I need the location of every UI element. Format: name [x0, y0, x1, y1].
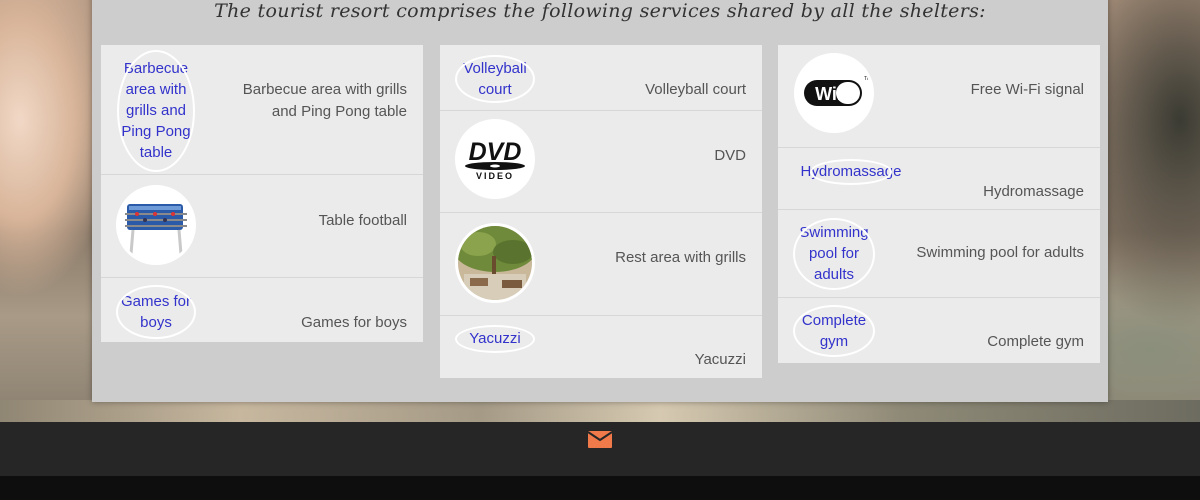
wifi-description: Free Wi-Fi signal	[970, 81, 1084, 98]
dvd-icon-subtext: VIDEO	[476, 171, 514, 181]
service-row-wifi: WiFi TM Free Wi-Fi signal	[778, 45, 1100, 148]
hydromassage-description: Hydromassage	[983, 183, 1084, 200]
services-column-2: Volleyball court Volleyball court DVD VI…	[440, 45, 762, 378]
dvd-icon-text: DVD	[469, 138, 522, 166]
games-for-boys-description: Games for boys	[301, 314, 407, 331]
services-column-3: WiFi TM Free Wi-Fi signal Hydromassage H…	[778, 45, 1100, 363]
dvd-description: DVD	[714, 147, 746, 164]
wifi-icon[interactable]: WiFi TM	[794, 53, 874, 133]
games-for-boys-link[interactable]: Games for boys	[116, 285, 196, 339]
hydromassage-link[interactable]: Hydromassage	[796, 158, 906, 185]
barbecue-link[interactable]: Barbecue area with grills and Ping Pong …	[117, 49, 195, 172]
dvd-video-icon[interactable]: DVD VIDEO	[455, 119, 535, 199]
swimming-pool-link[interactable]: Swimming pool for adults	[793, 217, 875, 290]
volleyball-link[interactable]: Volleyball court	[455, 55, 535, 103]
services-heading: The tourist resort comprises the followi…	[214, 0, 986, 22]
volleyball-description: Volleyball court	[645, 81, 746, 98]
complete-gym-link[interactable]: Complete gym	[793, 305, 875, 357]
rest-area-description: Rest area with grills	[615, 249, 746, 266]
service-row-rest-area: Rest area with grills	[440, 213, 762, 316]
services-column-1: Barbecue area with grills and Ping Pong …	[101, 45, 423, 342]
service-row-games-for-boys: Games for boys Games for boys	[101, 278, 423, 342]
service-row-table-football: Table football	[101, 175, 423, 278]
table-football-description: Table football	[318, 212, 407, 229]
wifi-icon-text: WiFi	[815, 84, 853, 104]
wifi-icon-mark: TM	[864, 76, 871, 82]
service-row-dvd: DVD VIDEO DVD	[440, 111, 762, 213]
service-row-yacuzzi: Yacuzzi Yacuzzi	[440, 316, 762, 378]
site-footer	[0, 422, 1200, 476]
yacuzzi-description: Yacuzzi	[694, 351, 746, 368]
service-row-barbecue: Barbecue area with grills and Ping Pong …	[101, 45, 423, 175]
swimming-pool-description: Swimming pool for adults	[916, 244, 1084, 261]
footer-bottom-bar	[0, 476, 1200, 500]
complete-gym-description: Complete gym	[987, 333, 1084, 350]
service-row-hydromassage: Hydromassage Hydromassage	[778, 148, 1100, 210]
table-football-icon[interactable]	[116, 185, 196, 265]
yacuzzi-link[interactable]: Yacuzzi	[455, 324, 535, 353]
services-panel: The tourist resort comprises the followi…	[92, 0, 1108, 402]
service-row-swimming-pool: Swimming pool for adults Swimming pool f…	[778, 210, 1100, 298]
envelope-icon[interactable]	[587, 431, 613, 448]
barbecue-description: Barbecue area with grills and Ping Pong …	[242, 81, 407, 120]
service-row-gym: Complete gym Complete gym	[778, 298, 1100, 363]
service-row-volleyball: Volleyball court Volleyball court	[440, 45, 762, 111]
rest-area-photo-icon[interactable]	[455, 223, 535, 303]
